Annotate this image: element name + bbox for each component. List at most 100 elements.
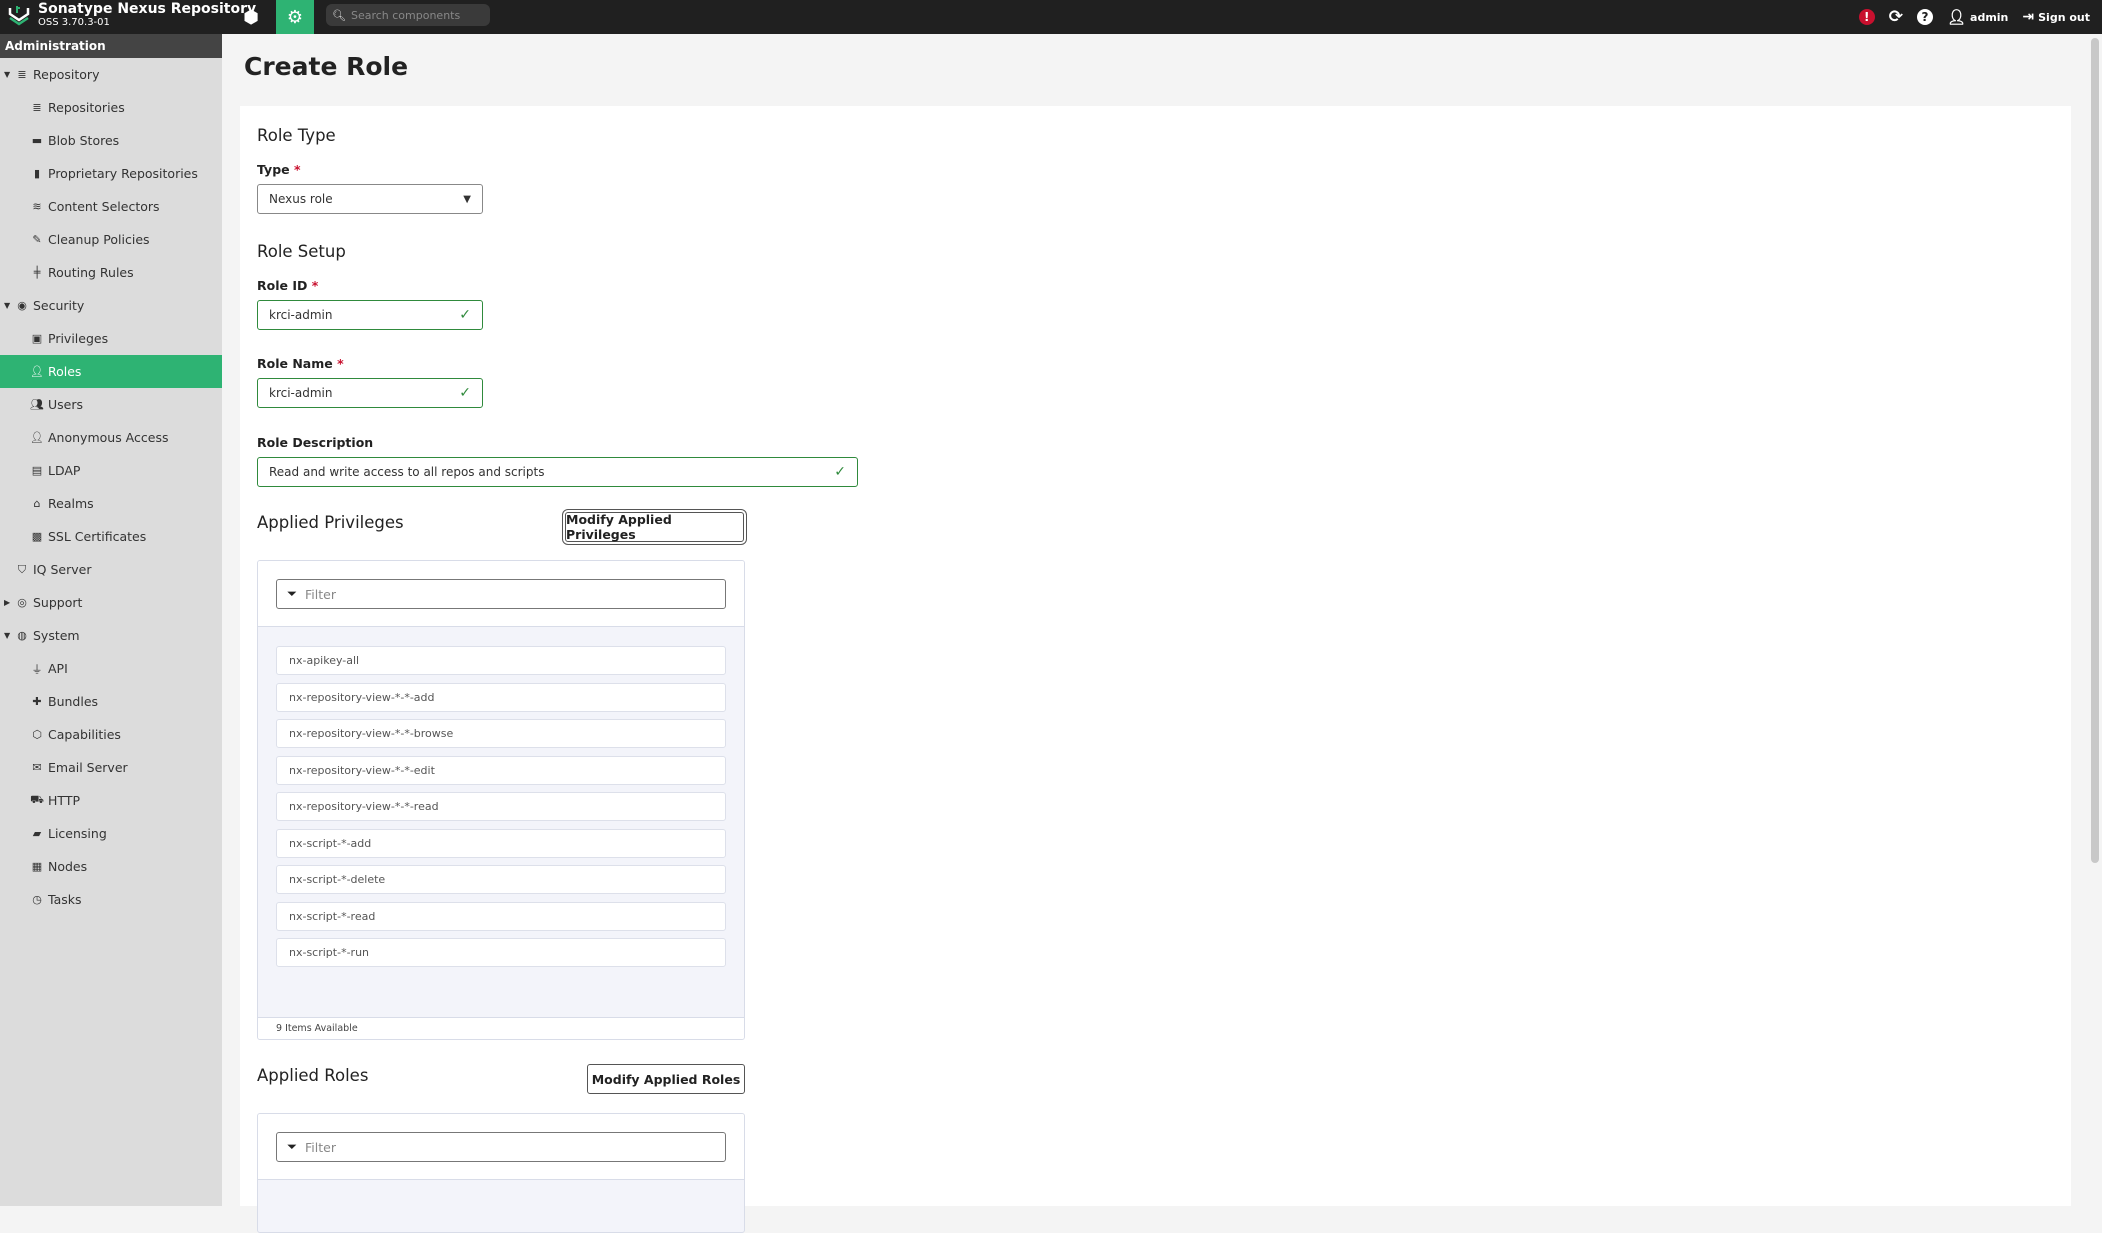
- browse-cube-icon[interactable]: ⬢: [232, 0, 270, 34]
- sidebar-item-security[interactable]: ▼ ◉ Security: [0, 289, 222, 322]
- sidebar-item-realms[interactable]: ⌂ Realms: [0, 487, 222, 520]
- brand[interactable]: Sonatype Nexus Repository OSS 3.70.3-01: [8, 2, 256, 29]
- sidebar-item-iq-server[interactable]: ⛉ IQ Server: [0, 553, 222, 586]
- sidebar-item-label: Security: [33, 298, 85, 313]
- applied-privileges-heading: Applied Privileges: [257, 513, 404, 532]
- sidebar-item-licensing[interactable]: ▰ Licensing: [0, 817, 222, 850]
- check-icon: ✓: [459, 307, 471, 323]
- privilege-list-item[interactable]: nx-repository-view-*-*-edit: [276, 755, 726, 785]
- sidebar-item-ssl-certificates[interactable]: ▩ SSL Certificates: [0, 520, 222, 553]
- filter-placeholder: Filter: [305, 586, 336, 602]
- database-icon: ≣: [17, 68, 27, 81]
- filter-icon: ⏷: [287, 1139, 298, 1154]
- sidebar-item-content-selectors[interactable]: ≋ Content Selectors: [0, 190, 222, 223]
- truck-icon: ⛟: [30, 793, 44, 806]
- database-icon: ≣: [32, 101, 42, 114]
- modify-applied-privileges-button[interactable]: Modify Applied Privileges: [565, 512, 744, 542]
- sidebar-item-users[interactable]: 👥︎ Users: [0, 388, 222, 421]
- cube-icon: ⬡: [32, 728, 42, 741]
- lifebuoy-icon: ◎: [17, 596, 27, 609]
- sidebar-item-label: Support: [33, 595, 83, 610]
- top-bar: Sonatype Nexus Repository OSS 3.70.3-01 …: [0, 0, 2102, 34]
- shield-icon: ⛉: [17, 562, 27, 576]
- role-name-input[interactable]: krci-admin ✓: [257, 378, 483, 408]
- sidebar-item-support[interactable]: ▶ ◎ Support: [0, 586, 222, 619]
- sidebar-item-label: Anonymous Access: [48, 430, 169, 445]
- privileges-filter-input[interactable]: ⏷ Filter: [276, 579, 726, 609]
- privilege-list-item[interactable]: nx-script-*-run: [276, 938, 726, 967]
- sidebar-item-proprietary-repositories[interactable]: ▮ Proprietary Repositories: [0, 157, 222, 190]
- signpost-icon: ╪: [33, 266, 41, 279]
- sidebar-item-http[interactable]: ⛟ HTTP: [0, 784, 222, 817]
- applied-privileges-panel: ⏷ Filter nx-apikey-all nx-repository-view…: [257, 560, 745, 1040]
- sidebar-item-roles[interactable]: 👤︎ Roles: [0, 355, 222, 388]
- sidebar-item-api[interactable]: ⏚ API: [0, 652, 222, 685]
- role-description-value: Read and write access to all repos and s…: [269, 465, 545, 479]
- privilege-list-item[interactable]: nx-script-*-read: [276, 901, 726, 931]
- sidebar-item-anonymous-access[interactable]: 👤︎ Anonymous Access: [0, 421, 222, 454]
- refresh-icon[interactable]: ⟳: [1889, 7, 1903, 27]
- help-icon[interactable]: ?: [1916, 9, 1933, 25]
- sidebar-item-email-server[interactable]: ✉ Email Server: [0, 751, 222, 784]
- user-menu[interactable]: 👤︎ admin: [1947, 8, 2008, 26]
- user-icon: 👤︎: [30, 431, 44, 444]
- modify-applied-roles-button[interactable]: Modify Applied Roles: [587, 1064, 745, 1094]
- sidebar-item-label: Blob Stores: [48, 133, 120, 148]
- roles-filter-input[interactable]: ⏷ Filter: [276, 1132, 726, 1162]
- nexus-logo-icon: [8, 5, 30, 26]
- sidebar-item-cleanup-policies[interactable]: ✎ Cleanup Policies: [0, 223, 222, 256]
- privilege-list-item[interactable]: nx-apikey-all: [276, 646, 726, 675]
- privilege-list-item[interactable]: nx-repository-view-*-*-read: [276, 792, 726, 821]
- role-name-label: Role Name *: [257, 356, 344, 371]
- sidebar-item-capabilities[interactable]: ⬡ Capabilities: [0, 718, 222, 751]
- privilege-list-item[interactable]: nx-script-*-delete: [276, 865, 726, 894]
- role-type-heading: Role Type: [257, 126, 336, 145]
- caret-down-icon[interactable]: ▼: [4, 70, 12, 79]
- sidebar-item-blob-stores[interactable]: ▬ Blob Stores: [0, 124, 222, 157]
- role-description-input[interactable]: Read and write access to all repos and s…: [257, 457, 858, 487]
- filter-placeholder: Filter: [305, 1139, 336, 1155]
- id-badge-icon: ▣: [31, 332, 43, 345]
- sidebar-item-bundles[interactable]: ✚ Bundles: [0, 685, 222, 718]
- create-role-form: Role Type Type * Nexus role ▼ Role Setup…: [240, 106, 2071, 1233]
- user-icon: 👤︎: [1946, 8, 1967, 26]
- caret-down-icon[interactable]: ▼: [4, 631, 12, 640]
- sidebar-item-privileges[interactable]: ▣ Privileges: [0, 322, 222, 355]
- privilege-list-item[interactable]: nx-repository-view-*-*-add: [276, 682, 726, 712]
- admin-gear-icon[interactable]: ⚙: [276, 0, 314, 34]
- sidebar-item-tasks[interactable]: ◷ Tasks: [0, 883, 222, 916]
- type-label: Type *: [257, 162, 301, 177]
- hdd-icon: ▬: [31, 134, 43, 147]
- sidebar-item-label: Email Server: [48, 760, 128, 775]
- sidebar-item-label: Tasks: [48, 892, 82, 907]
- search-placeholder: Search components: [350, 8, 461, 22]
- check-icon: ✓: [459, 385, 471, 401]
- privilege-list-item[interactable]: nx-script-*-add: [276, 828, 726, 858]
- privilege-list-item[interactable]: nx-repository-view-*-*-browse: [276, 719, 726, 748]
- sign-out-button[interactable]: ⇥ Sign out: [2022, 9, 2090, 25]
- page-scrollbar[interactable]: [2091, 38, 2099, 863]
- sidebar: Administration ▼ ≣ Repository ≣ Repositories…: [0, 34, 222, 1206]
- caret-right-icon[interactable]: ▶: [4, 598, 12, 607]
- sidebar-item-nodes[interactable]: ▦ Nodes: [0, 850, 222, 883]
- sidebar-item-ldap[interactable]: ▤ LDAP: [0, 454, 222, 487]
- role-description-label: Role Description: [257, 435, 374, 450]
- sidebar-item-system[interactable]: ▼ ◍ System: [0, 619, 222, 652]
- sidebar-item-routing-rules[interactable]: ╪ Routing Rules: [0, 256, 222, 289]
- role-id-input[interactable]: krci-admin ✓: [257, 300, 483, 330]
- app-version: OSS 3.70.3-01: [38, 17, 110, 28]
- sidebar-item-label: Repository: [33, 67, 100, 82]
- sidebar-item-label: Nodes: [48, 859, 88, 874]
- search-input[interactable]: 🔍︎ Search components: [326, 4, 490, 26]
- sidebar-item-label: API: [48, 661, 68, 676]
- caret-down-icon[interactable]: ▼: [4, 301, 12, 310]
- type-select[interactable]: Nexus role ▼: [257, 184, 483, 214]
- sidebar-item-label: SSL Certificates: [48, 529, 147, 544]
- sidebar-item-repository[interactable]: ▼ ≣ Repository: [0, 58, 222, 91]
- check-icon: ✓: [834, 464, 846, 480]
- envelope-icon: ✉: [32, 761, 42, 774]
- system-alert-icon[interactable]: !: [1858, 9, 1875, 25]
- sidebar-item-label: Users: [48, 397, 84, 412]
- sidebar-item-label: Content Selectors: [48, 199, 160, 214]
- sidebar-item-repositories[interactable]: ≣ Repositories: [0, 91, 222, 124]
